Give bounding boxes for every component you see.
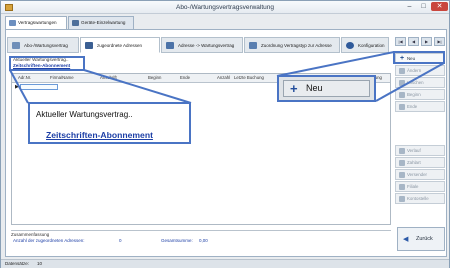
account-icon	[399, 196, 405, 202]
contract-value: Zeitschriften-Abonnement	[13, 63, 71, 68]
button-label: Zurück	[416, 236, 433, 242]
column-header[interactable]: Anzahl	[217, 75, 230, 80]
account-button[interactable]: Kontostelle	[395, 193, 445, 204]
edit-icon	[399, 68, 405, 74]
tab-label: Adresse -> Wartungsvertrag	[178, 43, 235, 48]
contract-icon	[12, 42, 20, 49]
button-label: Ändern	[407, 68, 422, 73]
tab-label: Geräte-Einzelwartung	[81, 20, 126, 25]
contract-icon	[9, 20, 16, 26]
contract-zoom-callout: Aktueller Wartungsvertrag.. Zeitschrifte…	[28, 102, 191, 144]
column-header[interactable]: Adr.Nr.	[18, 75, 31, 80]
tab-konfiguration[interactable]: Konfiguration	[341, 37, 389, 53]
end-icon	[399, 104, 405, 110]
next-record-button[interactable]: ▶	[421, 37, 432, 46]
edit-button[interactable]: Ändern	[395, 65, 445, 76]
button-label: Filiale	[407, 184, 419, 189]
new-button[interactable]: + Neu	[395, 53, 445, 64]
button-label: Versender	[407, 172, 428, 177]
delete-icon	[399, 80, 405, 86]
tab-vertragswartungen[interactable]: Vertragswartungen	[5, 16, 67, 30]
contract-label: Aktueller Wartungsvertrag..	[13, 57, 69, 62]
button-label: Beginn	[407, 92, 421, 97]
plus-icon: +	[290, 81, 298, 96]
sender-icon	[399, 172, 405, 178]
tab-label: Abo-/Wartungsvertrag	[24, 43, 68, 48]
tab-adresse-wartungsvertrag[interactable]: Adresse -> Wartungsvertrag	[161, 37, 243, 53]
tab-zuordnung-vertragstyp[interactable]: Zuordnung Vertragstyp zur Adresse	[244, 37, 340, 53]
history-icon	[399, 148, 405, 154]
device-icon	[72, 20, 79, 26]
tab-label: Vertragswartungen	[18, 20, 57, 25]
last-record-button[interactable]: ▶|	[434, 37, 445, 46]
title-bar: Abo-/Wartungsvertragsverwaltung – □ ✕	[1, 1, 449, 14]
assigned-count-value: 0	[119, 238, 122, 243]
end-button[interactable]: Ende	[395, 101, 445, 112]
tab-label: Konfiguration	[358, 43, 385, 48]
summary-divider	[11, 230, 391, 231]
minimize-button[interactable]: –	[403, 2, 416, 11]
tab-geraete-einzelwartung[interactable]: Geräte-Einzelwartung	[68, 16, 134, 29]
mapping-icon	[249, 42, 257, 49]
record-navigation: |◀ ◀ ▶ ▶|	[395, 37, 447, 46]
people-icon	[85, 42, 93, 49]
prev-record-button[interactable]: ◀	[408, 37, 419, 46]
button-label: Zahlart	[407, 160, 421, 165]
plus-icon: +	[399, 55, 405, 62]
first-record-button[interactable]: |◀	[395, 37, 406, 46]
back-button[interactable]: ◀ Zurück	[397, 227, 445, 251]
zoomed-new-label: Neu	[306, 83, 323, 93]
status-bar: Datensätze: 10	[1, 259, 449, 268]
grid-cell-editor[interactable]	[20, 84, 58, 90]
tab-zugeordnete-adressen[interactable]: zugeordnete Adressen	[80, 37, 160, 53]
column-header[interactable]: Firma/Name	[50, 75, 74, 80]
button-label: Neu	[407, 56, 416, 61]
summary-title: Zusammenfassung	[11, 232, 50, 237]
tab-abo-wartungsvertrag[interactable]: Abo-/Wartungsvertrag	[7, 37, 79, 53]
gear-icon	[346, 42, 354, 49]
button-label: Löschen	[407, 80, 424, 85]
records-label: Datensätze:	[5, 261, 30, 266]
total-value: 0,00	[199, 238, 208, 243]
address-icon	[166, 42, 174, 49]
records-value: 10	[37, 261, 43, 266]
tab-label: Zuordnung Vertragstyp zur Adresse	[261, 43, 332, 48]
sub-tab-strip: Abo-/Wartungsvertrag zugeordnete Adresse…	[7, 37, 389, 53]
branch-button[interactable]: Filiale	[395, 181, 445, 192]
payment-button[interactable]: Zahlart	[395, 157, 445, 168]
callout-contract-label: Aktueller Wartungsvertrag..	[36, 110, 133, 119]
button-label: Ende	[407, 104, 418, 109]
button-label: Verlauf	[407, 148, 421, 153]
assigned-count-label: Anzahl der zugeordneten Adressen:	[13, 238, 85, 243]
column-header[interactable]: Ende	[180, 75, 190, 80]
window-title: Abo-/Wartungsvertragsverwaltung	[175, 4, 275, 11]
begin-button[interactable]: Beginn	[395, 89, 445, 100]
start-icon	[399, 92, 405, 98]
back-arrow-icon: ◀	[403, 236, 409, 243]
close-button[interactable]: ✕	[431, 2, 448, 11]
column-header[interactable]: Letzte Buchung	[234, 75, 264, 80]
callout-contract-value: Zeitschriften-Abonnement	[46, 130, 153, 140]
delete-button[interactable]: Löschen	[395, 77, 445, 88]
history-button[interactable]: Verlauf	[395, 145, 445, 156]
payment-icon	[399, 160, 405, 166]
new-button-zoom-callout: + Neu	[277, 75, 376, 102]
maximize-button[interactable]: □	[417, 2, 430, 11]
total-label: Gesamtsumme:	[161, 238, 193, 243]
zoomed-new-button: + Neu	[283, 80, 370, 97]
tab-label: zugeordnete Adressen	[97, 43, 143, 48]
row-selector-icon: ▶	[15, 84, 19, 90]
main-tab-strip: Vertragswartungen Geräte-Einzelwartung	[5, 16, 445, 30]
column-header[interactable]: Beginn	[148, 75, 161, 80]
column-header[interactable]: Anschrift	[100, 75, 117, 80]
sender-button[interactable]: Versender	[395, 169, 445, 180]
button-label: Kontostelle	[407, 196, 429, 201]
branch-icon	[399, 184, 405, 190]
